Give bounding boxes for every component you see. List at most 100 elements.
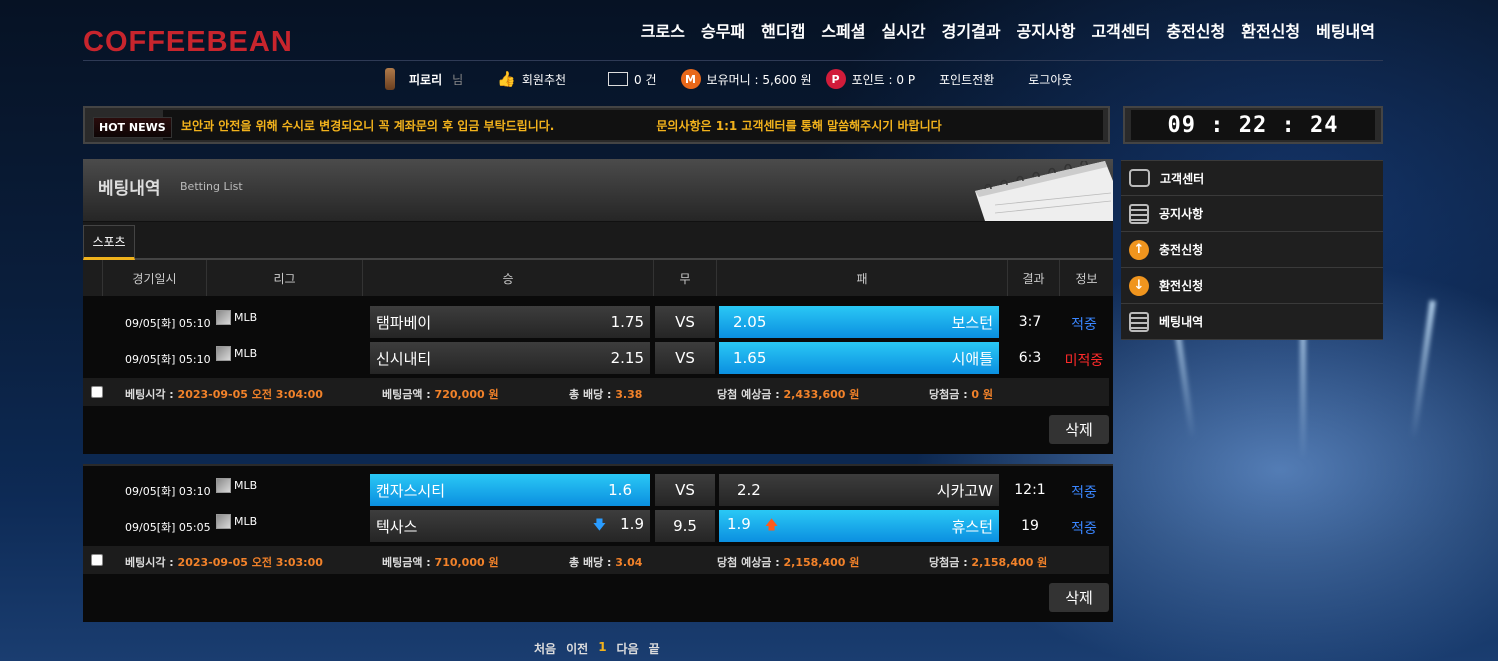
home-team: 캔자스시티 [376,481,446,500]
username: 피로리 [409,72,443,87]
point-convert-link[interactable]: 포인트전환 [939,71,994,88]
sidebar-item-support[interactable]: 고객센터 [1121,160,1383,196]
logo[interactable]: COFFEEBEAN [83,26,293,59]
nav-live[interactable]: 실시간 [881,18,925,42]
nav-results[interactable]: 경기결과 [942,18,1001,42]
main-nav: 크로스 승무패 핸디캡 스페셜 실시간 경기결과 공지사항 고객센터 충전신청 … [641,18,1375,42]
nav-deposit[interactable]: 충전신청 [1166,18,1225,42]
table-row: 09/05[화] 05:10 MLB 신시내티 2.15 VS 1.65 시애틀 6… [83,342,1113,374]
game-league: MLB [216,478,257,493]
sidebar-item-label: 충전신청 [1159,243,1204,257]
page-first[interactable]: 처음 [534,640,556,657]
home-team: 신시내티 [376,349,432,368]
game-league: MLB [216,346,257,361]
bet-amount: 베팅금액 : 710,000 원 [382,554,499,570]
result-status: 미적중 [1064,353,1104,369]
header-spacer [83,260,103,296]
game-date: 09/05[화] 05:10 [125,317,211,330]
total-odds-label: 총 배당 : [569,556,616,569]
select-checkbox[interactable] [91,386,103,398]
league-name: MLB [234,311,258,324]
away-team: 휴스턴 [951,517,993,536]
nav-cross[interactable]: 크로스 [641,18,685,42]
result-status: 적중 [1071,521,1097,537]
draw-button[interactable]: VS [655,342,715,374]
delete-button[interactable]: 삭제 [1049,415,1109,444]
news-messages: 보안과 안전을 위해 수시로 변경되오니 꼭 계좌문의 후 입금 부탁드립니다.… [163,110,1103,140]
home-odds: 2.15 [610,349,644,367]
expected-win-label: 당첨 예상금 : [717,556,784,569]
away-team-button[interactable]: 2.05 보스턴 [719,306,999,338]
away-team-button[interactable]: 1.9 🡅 휴스턴 [719,510,999,542]
away-team: 시카고W [936,481,993,500]
draw-odds: VS [675,481,695,499]
home-team-button[interactable]: 텍사스 🡇 1.9 [370,510,650,542]
messages-count: 0 건 [634,72,657,87]
nav-notice[interactable]: 공지사항 [1017,18,1076,42]
away-odds: 1.65 [733,349,767,367]
nav-special[interactable]: 스페셜 [821,18,865,42]
away-odds: 2.2 [737,481,761,499]
money-info: M 보유머니 : 5,600 원 [680,69,812,89]
win-amount-label: 당첨금 : [929,556,972,569]
sidebar-item-bet-history[interactable]: 베팅내역 [1121,304,1383,340]
draw-odds: 9.5 [673,517,697,535]
delete-button[interactable]: 삭제 [1049,583,1109,612]
nav-handicap[interactable]: 핸디캡 [761,18,805,42]
logout-link[interactable]: 로그아웃 [1028,71,1072,88]
arrow-down-icon: ↓ [1129,275,1149,296]
nav-bet-history[interactable]: 베팅내역 [1316,18,1375,42]
away-odds: 1.9 [727,514,751,533]
sidebar-item-deposit[interactable]: ↑ 충전신청 [1121,232,1383,268]
bet-time-label: 베팅시각 : [125,556,178,569]
sidebar-menu: 고객센터 공지사항 ↑ 충전신청 ↓ 환전신청 베팅내역 [1121,160,1383,340]
recommend-link[interactable]: 👍 회원추천 [497,70,566,88]
sidebar-item-notice[interactable]: 공지사항 [1121,196,1383,232]
bet-time: 베팅시각 : 2023-09-05 오전 3:04:00 [125,386,323,402]
money-icon: M [680,69,701,89]
tab-sports[interactable]: 스포츠 [83,225,135,260]
away-team-button[interactable]: 1.65 시애틀 [719,342,999,374]
avatar-icon [385,68,395,90]
nav-support[interactable]: 고객센터 [1091,18,1150,42]
away-team-button[interactable]: 2.2 시카고W [719,474,999,506]
table-row: 09/05[화] 05:05 MLB 텍사스 🡇 1.9 9.5 1.9 🡅 휴스턴 1… [83,510,1113,542]
col-info: 정보 [1075,271,1098,286]
sidebar-item-label: 베팅내역 [1159,315,1204,329]
total-odds: 총 배당 : 3.04 [569,554,642,570]
home-team-button[interactable]: 탬파베이 1.75 [370,306,650,338]
stadium-light [1410,300,1436,440]
odds-down-icon: 🡇 [592,517,607,533]
nav-withdraw[interactable]: 환전신청 [1241,18,1300,42]
league-flag-icon [216,514,231,529]
draw-button[interactable]: VS [655,474,715,506]
nav-win-draw-lose[interactable]: 승무패 [701,18,745,42]
bet-amount-label: 베팅금액 : [382,388,435,401]
bet-amount-value: 720,000 원 [434,388,499,401]
home-odds: 1.9 [620,514,644,533]
home-team-button[interactable]: 캔자스시티 1.6 [370,474,650,506]
home-team-button[interactable]: 신시내티 2.15 [370,342,650,374]
game-score: 12:1 [1014,482,1046,498]
select-checkbox[interactable] [91,554,103,566]
draw-button[interactable]: VS [655,306,715,338]
win-amount-label: 당첨금 : [929,388,972,401]
sidebar-item-label: 환전신청 [1159,279,1204,293]
thumbs-up-icon: 👍 [497,70,516,88]
messages-link[interactable]: 0 건 [608,71,657,88]
page-prev[interactable]: 이전 [566,640,588,657]
news-ticker: HOT NEWS 보안과 안전을 위해 수시로 변경되오니 꼭 계좌문의 후 입… [83,106,1110,144]
bet-slip: 09/05[화] 05:10 MLB 탬파베이 1.75 VS 2.05 보스턴 3… [83,296,1113,454]
away-team: 시애틀 [951,349,993,368]
chat-icon [1129,169,1150,187]
win-amount-value: 2,158,400 원 [971,556,1048,569]
total-odds-value: 3.38 [615,388,643,401]
page-current[interactable]: 1 [598,640,606,657]
col-league: 리그 [207,260,363,296]
draw-button[interactable]: 9.5 [655,510,715,542]
total-odds-label: 총 배당 : [569,388,616,401]
expected-win: 당첨 예상금 : 2,158,400 원 [717,554,859,570]
sidebar-item-withdraw[interactable]: ↓ 환전신청 [1121,268,1383,304]
page-next[interactable]: 다음 [617,640,639,657]
page-last[interactable]: 끝 [649,640,660,657]
